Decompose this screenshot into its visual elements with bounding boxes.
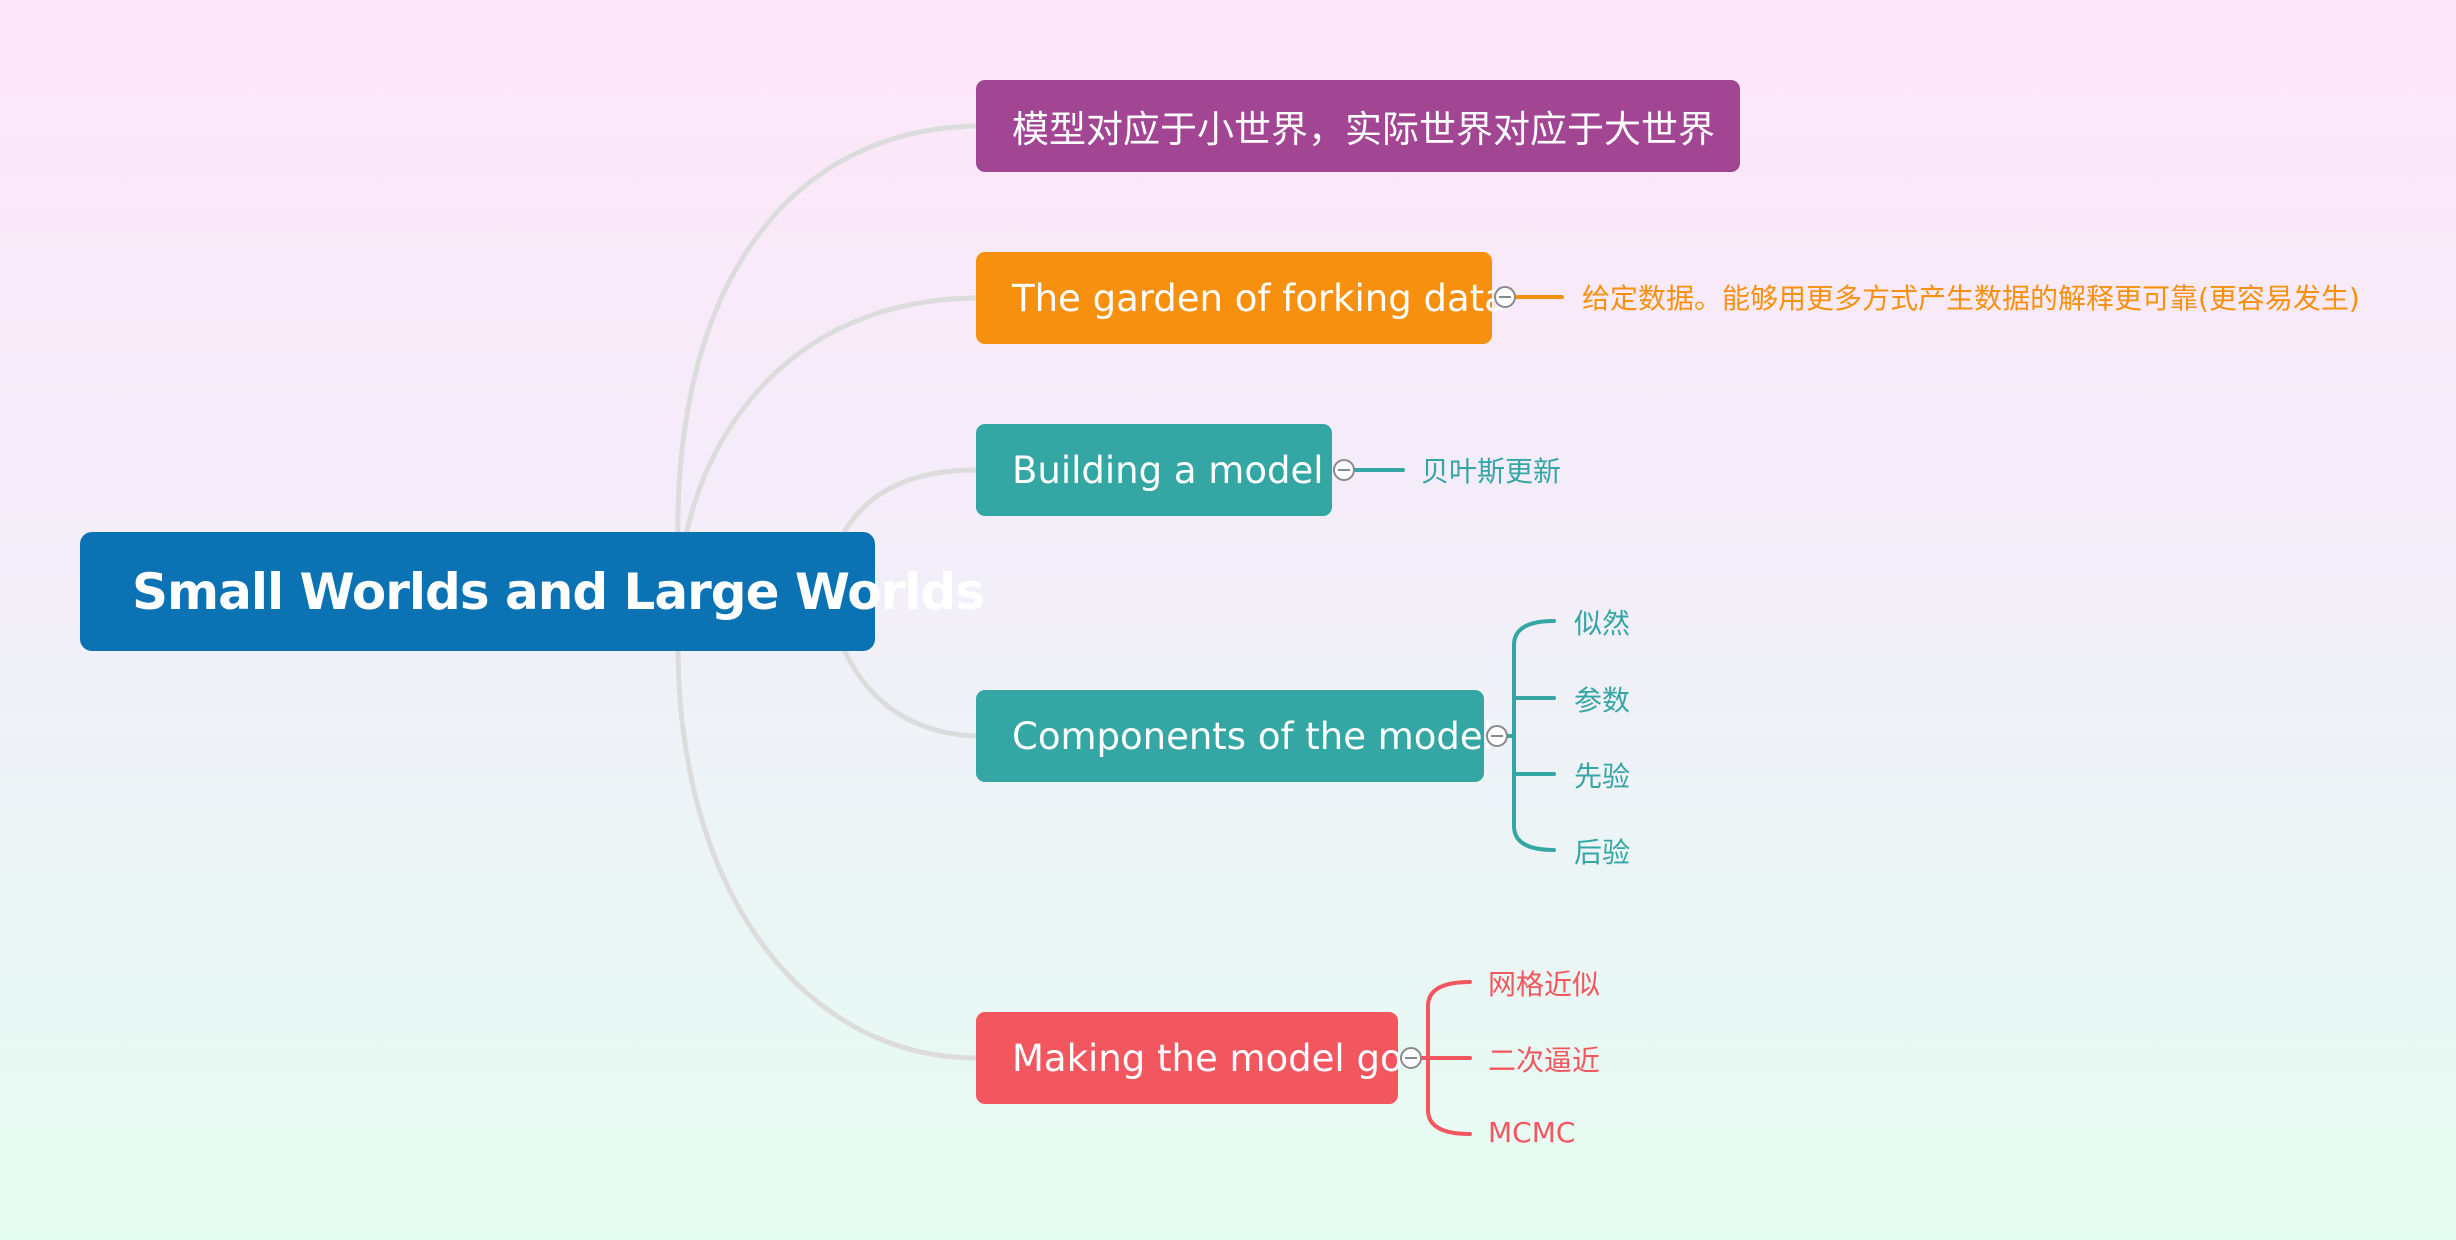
subtopic-item[interactable]: 二次逼近 [1488, 1039, 1600, 1079]
branch-label: Components of the model [1012, 714, 1493, 758]
branch-model-worlds[interactable]: 模型对应于小世界，实际世界对应于大世界 [976, 80, 1740, 172]
bracket-line [1512, 619, 1556, 852]
connector-line [675, 123, 979, 595]
branch-making-the-model-go[interactable]: Making the model go [976, 1012, 1403, 1104]
branch-label: 模型对应于小世界，实际世界对应于大世界 [1012, 108, 1715, 151]
connector-line [837, 637, 979, 739]
branch-components-of-the-model[interactable]: Components of the model [976, 690, 1493, 782]
central-topic[interactable]: Small Worlds and Large Worlds [80, 532, 985, 651]
subtopic-item[interactable]: 后验 [1574, 831, 1630, 871]
branch-label: Making the model go [1012, 1036, 1403, 1080]
subtopic-item[interactable]: 似然 [1574, 602, 1630, 642]
branch-building-a-model[interactable]: Building a model [976, 424, 1332, 516]
subtopic-item[interactable]: 给定数据。能够用更多方式产生数据的解释更可靠(更容易发生) [1582, 277, 2360, 317]
branch-label: Building a model [1012, 448, 1324, 492]
minus-circle-icon[interactable] [1494, 286, 1516, 308]
subtopic-item[interactable]: 先验 [1574, 755, 1630, 795]
connector-line [675, 589, 979, 1061]
central-topic-label: Small Worlds and Large Worlds [132, 562, 985, 621]
minus-circle-icon[interactable] [1333, 459, 1355, 481]
subtopic-item[interactable]: 参数 [1574, 679, 1630, 719]
branch-label: The garden of forking data [1012, 276, 1507, 320]
minus-circle-icon[interactable] [1400, 1047, 1422, 1069]
subtopic-item[interactable]: MCMC [1488, 1116, 1575, 1149]
subtopic-item[interactable]: 网格近似 [1488, 963, 1600, 1003]
subtopic-item[interactable]: 贝叶斯更新 [1421, 450, 1561, 490]
branch-garden-of-forking-data[interactable]: The garden of forking data [976, 252, 1507, 344]
connector-line [837, 467, 979, 543]
minus-circle-icon[interactable] [1486, 725, 1508, 747]
